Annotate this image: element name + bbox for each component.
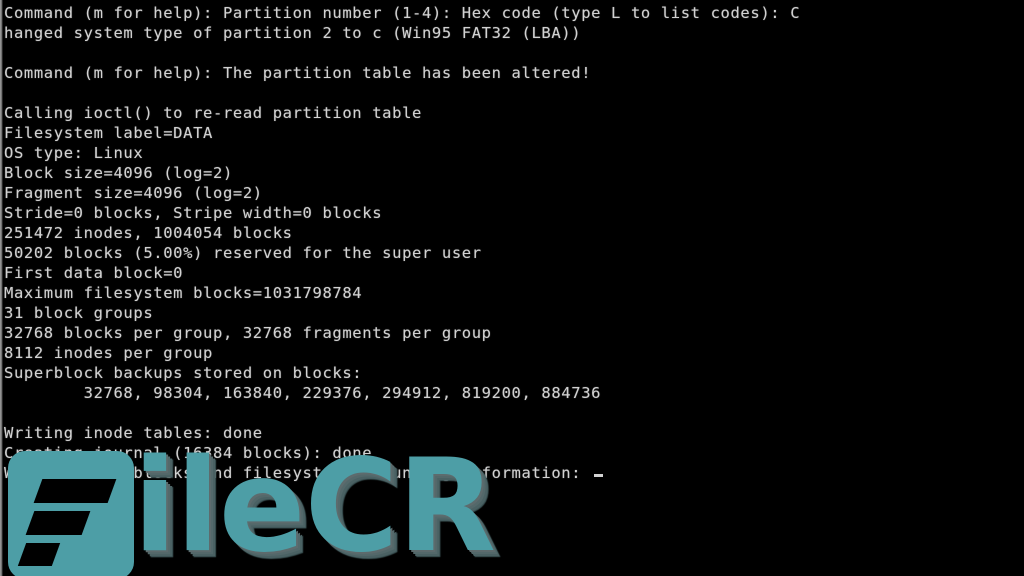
filecr-logo-wordmark: ileCR — [133, 432, 496, 576]
console-line: 32768 blocks per group, 32768 fragments … — [4, 324, 492, 342]
console-line: Maximum filesystem blocks=1031798784 — [4, 284, 363, 302]
logo-bar-top — [33, 479, 117, 503]
console-line: Fragment size=4096 (log=2) — [4, 184, 263, 202]
console-line: Command (m for help): The partition tabl… — [4, 64, 592, 82]
console-line: 8112 inodes per group — [4, 344, 213, 362]
console-line: Calling ioctl() to re-read partition tab… — [4, 104, 422, 122]
console-line-blank — [4, 43, 1020, 63]
console-line: 251472 inodes, 1004054 blocks — [4, 224, 293, 242]
console-line: OS type: Linux — [4, 144, 144, 162]
console-line: 50202 blocks (5.00%) reserved for the su… — [4, 244, 482, 262]
console-line: Superblock backups stored on blocks: — [4, 364, 363, 382]
filecr-logo-badge-icon — [8, 451, 134, 576]
console-line: Filesystem label=DATA — [4, 124, 213, 142]
console-line-blank — [4, 403, 1020, 423]
terminal-cursor — [594, 474, 604, 477]
console-line: First data block=0 — [4, 264, 184, 282]
console-line: 32768, 98304, 163840, 229376, 294912, 81… — [4, 384, 602, 402]
console-line: 31 block groups — [4, 304, 154, 322]
screen-left-edge-artifact — [0, 0, 3, 576]
console-line: Command (m for help): Partition number (… — [4, 4, 801, 22]
console-line: Block size=4096 (log=2) — [4, 164, 233, 182]
console-output: Command (m for help): Partition number (… — [4, 3, 1020, 483]
logo-bar-middle — [25, 511, 91, 535]
logo-bar-bottom — [17, 543, 61, 566]
console-line-blank — [4, 83, 1020, 103]
filecr-watermark: ileCR — [8, 443, 508, 576]
terminal-screen: Command (m for help): Partition number (… — [0, 0, 1024, 576]
console-line: hanged system type of partition 2 to c (… — [4, 24, 582, 42]
console-line: Stride=0 blocks, Stripe width=0 blocks — [4, 204, 383, 222]
